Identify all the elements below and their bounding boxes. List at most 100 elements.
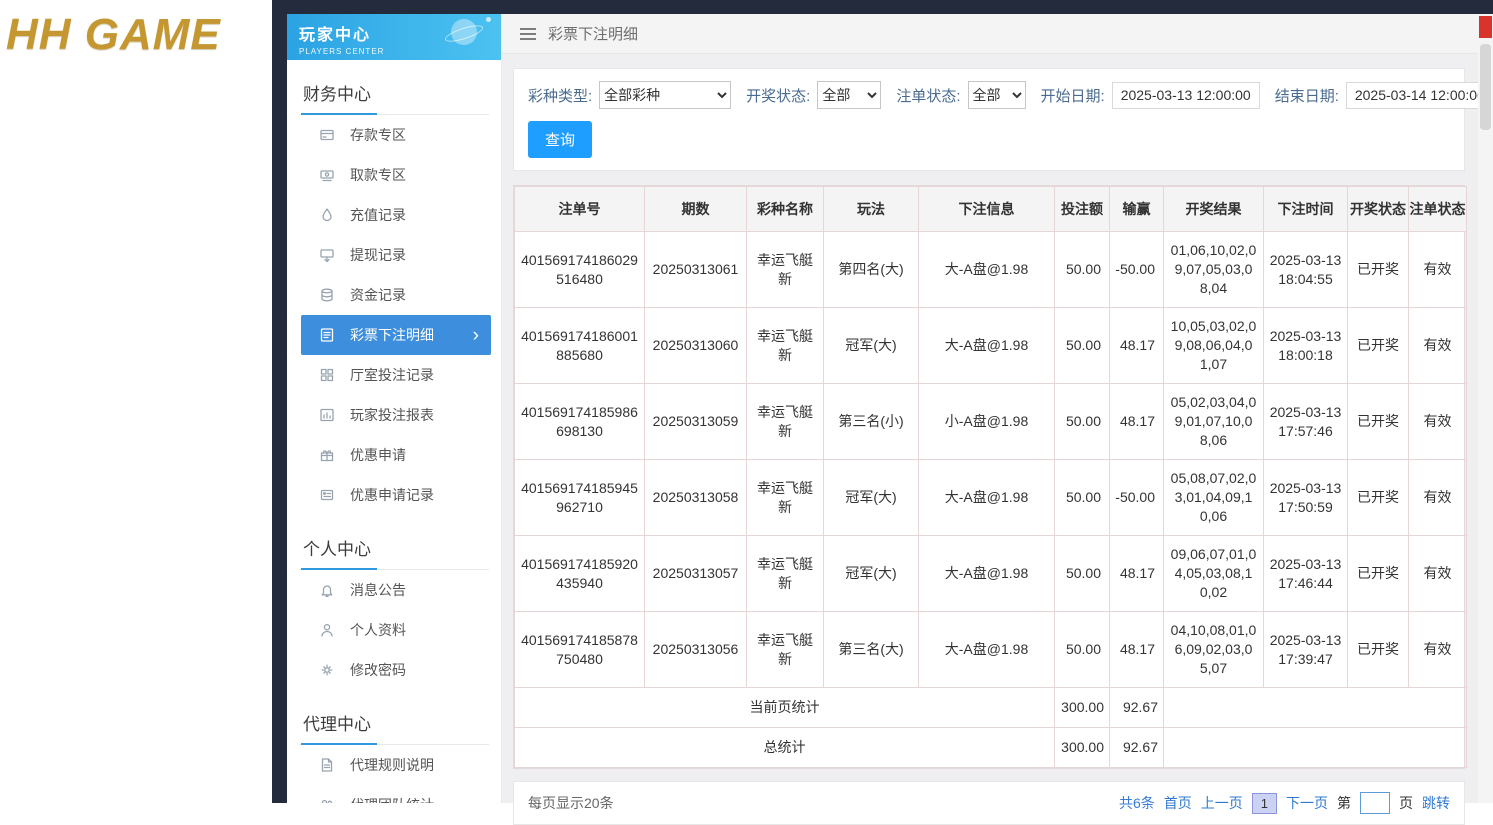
sidebar-item-recharge[interactable]: 充值记录: [301, 195, 491, 235]
sidebar-item-team[interactable]: 代理团队统计: [301, 785, 491, 803]
table-cell: 幸运飞艇新: [747, 308, 824, 384]
team-icon: [319, 797, 335, 803]
sidebar-item-label: 优惠申请记录: [350, 485, 434, 505]
promo-record-icon: [319, 487, 335, 503]
summary-empty-cell: [1164, 728, 1467, 768]
table-cell: 已开奖: [1348, 460, 1409, 536]
sidebar-item-label: 代理团队统计: [350, 795, 434, 803]
total-count: 共6条: [1119, 793, 1155, 813]
table-cell: 2025-03-13 17:39:47: [1264, 612, 1348, 688]
summary-row: 总统计300.0092.67: [515, 728, 1467, 768]
logo-panel: HH GAME: [0, 0, 272, 803]
summary-label: 总统计: [515, 728, 1055, 768]
bets-table: 注单号期数彩种名称玩法下注信息投注额输赢开奖结果下注时间开奖状态注单状态 401…: [514, 186, 1467, 768]
draw-status-select[interactable]: 全部: [817, 81, 881, 109]
sidebar-item-rules[interactable]: 代理规则说明: [301, 745, 491, 785]
table-cell: 有效: [1409, 536, 1467, 612]
table-cell: 大-A盘@1.98: [919, 308, 1055, 384]
table-cell: 幸运飞艇新: [747, 384, 824, 460]
sidebar-item-label: 修改密码: [350, 660, 406, 680]
sidebar-item-message[interactable]: 消息公告: [301, 570, 491, 610]
end-date-label: 结束日期:: [1275, 85, 1339, 106]
table-cell: 冠军(大): [824, 460, 919, 536]
table-cell: 20250313056: [645, 612, 747, 688]
table-cell: 2025-03-13 18:00:18: [1264, 308, 1348, 384]
sidebar-section-title: 个人中心: [299, 529, 489, 570]
sidebar-item-hall[interactable]: 厅室投注记录: [301, 355, 491, 395]
sidebar-item-profile[interactable]: 个人资料: [301, 610, 491, 650]
sidebar-sections: 财务中心存款专区取款专区充值记录提现记录资金记录彩票下注明细›厅室投注记录玩家投…: [287, 74, 501, 803]
lottery-type-select[interactable]: 全部彩种: [599, 81, 731, 109]
table-cell: 09,06,07,01,04,05,03,08,10,02: [1164, 536, 1264, 612]
funds-icon: [319, 287, 335, 303]
table-cell: 401569174185920435940: [515, 536, 645, 612]
content-area: 彩种类型: 全部彩种 开奖状态: 全部 注单状态: 全部: [502, 54, 1478, 803]
table-cell: 已开奖: [1348, 612, 1409, 688]
cashout-icon: [319, 247, 335, 263]
table-cell: 有效: [1409, 308, 1467, 384]
recharge-icon: [319, 207, 335, 223]
table-cell: 2025-03-13 18:04:55: [1264, 232, 1348, 308]
query-button[interactable]: 查询: [528, 121, 592, 158]
sidebar-item-label: 提现记录: [350, 245, 406, 265]
filter-row: 彩种类型: 全部彩种 开奖状态: 全部 注单状态: 全部: [528, 81, 1450, 109]
first-page-link[interactable]: 首页: [1164, 793, 1192, 813]
table-cell: 04,10,08,01,06,09,02,03,05,07: [1164, 612, 1264, 688]
table-cell: 幸运飞艇新: [747, 232, 824, 308]
table-row: 40156917418594596271020250313058幸运飞艇新冠军(…: [515, 460, 1467, 536]
sidebar-item-label: 彩票下注明细: [350, 325, 434, 345]
next-page-link[interactable]: 下一页: [1286, 793, 1328, 813]
table-cell: 第三名(小): [824, 384, 919, 460]
summary-row: 当前页统计300.0092.67: [515, 688, 1467, 728]
column-header: 注单号: [515, 187, 645, 232]
sidebar-item-deposit[interactable]: 存款专区: [301, 115, 491, 155]
page-size-text: 每页显示20条: [528, 793, 614, 813]
sidebar-item-label: 优惠申请: [350, 445, 406, 465]
jump-page-input[interactable]: [1360, 792, 1390, 814]
table-cell: 幸运飞艇新: [747, 536, 824, 612]
table-header-row: 注单号期数彩种名称玩法下注信息投注额输赢开奖结果下注时间开奖状态注单状态: [515, 187, 1467, 232]
sidebar-item-label: 代理规则说明: [350, 755, 434, 775]
lottery-type-label: 彩种类型:: [528, 85, 592, 106]
table-cell: 已开奖: [1348, 232, 1409, 308]
current-page[interactable]: 1: [1252, 793, 1277, 814]
deposit-icon: [319, 127, 335, 143]
floating-red-widget[interactable]: [1479, 16, 1492, 38]
start-date-input[interactable]: [1112, 82, 1260, 109]
password-icon: [319, 662, 335, 678]
sidebar-item-label: 个人资料: [350, 620, 406, 640]
sidebar-item-report[interactable]: 玩家投注报表: [301, 395, 491, 435]
table-cell: 48.17: [1110, 384, 1164, 460]
bet-status-select[interactable]: 全部: [968, 81, 1026, 109]
table-cell: 401569174185878750480: [515, 612, 645, 688]
bets-table-panel: 注单号期数彩种名称玩法下注信息投注额输赢开奖结果下注时间开奖状态注单状态 401…: [513, 185, 1465, 769]
sidebar-item-lottery[interactable]: 彩票下注明细›: [301, 315, 491, 355]
sidebar-item-withdraw[interactable]: 取款专区: [301, 155, 491, 195]
table-cell: 2025-03-13 17:57:46: [1264, 384, 1348, 460]
table-cell: 20250313059: [645, 384, 747, 460]
rules-icon: [319, 757, 335, 773]
table-row: 40156917418600188568020250313060幸运飞艇新冠军(…: [515, 308, 1467, 384]
prev-page-link[interactable]: 上一页: [1201, 793, 1243, 813]
sidebar-item-funds[interactable]: 资金记录: [301, 275, 491, 315]
jump-button[interactable]: 跳转: [1422, 793, 1450, 813]
table-cell: 20250313060: [645, 308, 747, 384]
sidebar-item-cashout[interactable]: 提现记录: [301, 235, 491, 275]
sidebar-item-label: 资金记录: [350, 285, 406, 305]
end-date-input[interactable]: [1346, 82, 1493, 109]
menu-toggle-icon[interactable]: [520, 28, 536, 40]
page-scrollbar[interactable]: [1478, 14, 1493, 803]
jump-prefix: 第: [1337, 793, 1351, 813]
table-cell: 401569174186029516480: [515, 232, 645, 308]
jump-suffix: 页: [1399, 793, 1413, 813]
table-cell: 2025-03-13 17:46:44: [1264, 536, 1348, 612]
table-cell: 401569174185986698130: [515, 384, 645, 460]
report-icon: [319, 407, 335, 423]
sidebar-item-promo-record[interactable]: 优惠申请记录: [301, 475, 491, 515]
scrollbar-thumb[interactable]: [1480, 44, 1491, 130]
lottery-icon: [319, 327, 335, 343]
sidebar-item-promo[interactable]: 优惠申请: [301, 435, 491, 475]
sidebar-item-password[interactable]: 修改密码: [301, 650, 491, 690]
column-header: 注单状态: [1409, 187, 1467, 232]
table-cell: 20250313057: [645, 536, 747, 612]
